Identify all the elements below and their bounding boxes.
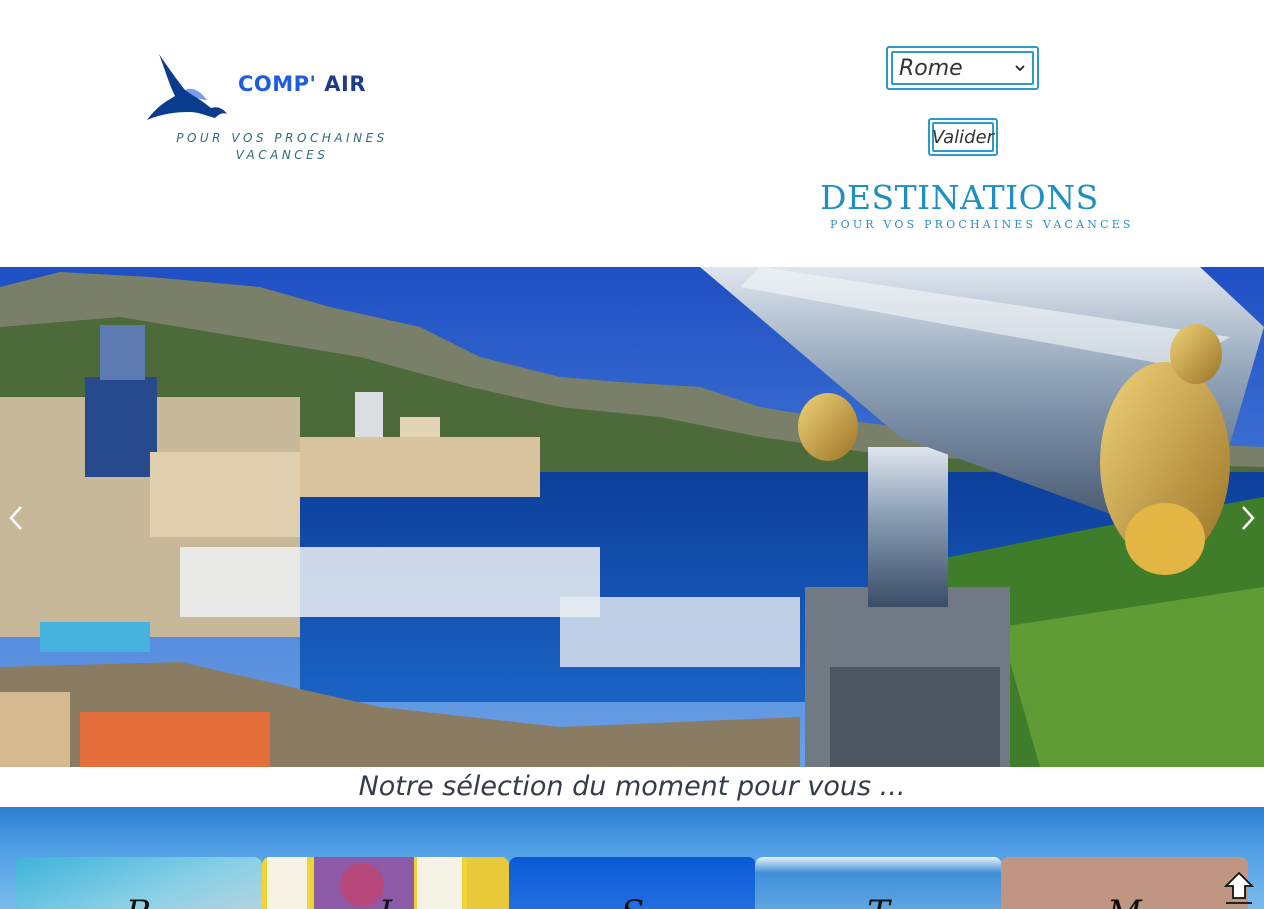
brand-part2: AIR	[316, 72, 367, 96]
chevron-down-icon	[1015, 65, 1025, 72]
carousel-next[interactable]	[1234, 504, 1262, 532]
chevron-right-icon	[1242, 506, 1255, 530]
bird-icon	[147, 54, 227, 120]
submit-button[interactable]: Valider	[932, 122, 994, 152]
brand-name: COMP' AIR	[238, 72, 366, 96]
destination-card[interactable]: M	[1001, 857, 1248, 909]
destinations-title: DESTINATIONS	[820, 178, 1099, 217]
arrow-up-icon[interactable]	[1222, 870, 1256, 906]
brand-part1: COMP'	[238, 72, 317, 96]
tagline: POUR VOS PROCHAINES VACANCES	[176, 131, 388, 162]
destination-select[interactable]: Rome	[886, 46, 1039, 90]
destination-card[interactable]: T	[755, 857, 1002, 909]
destination-card-label: T	[755, 893, 1002, 909]
selection-section: R I S T M	[0, 807, 1264, 909]
carousel-prev[interactable]	[2, 504, 30, 532]
destination-card-label: I	[262, 893, 509, 909]
site-header: COMP' AIR POUR VOS PROCHAINES VACANCES R…	[0, 0, 1264, 267]
destinations-subtitle: POUR VOS PROCHAINES VACANCES	[830, 218, 1134, 231]
destination-card[interactable]: I	[262, 857, 509, 909]
hero-carousel	[0, 267, 1264, 767]
destination-card[interactable]: S	[509, 857, 756, 909]
logo[interactable]: COMP' AIR POUR VOS PROCHAINES VACANCES	[145, 50, 405, 170]
destination-card-label: M	[1001, 893, 1248, 909]
destination-select-inner[interactable]: Rome	[891, 51, 1034, 85]
destination-card-label: S	[509, 893, 756, 909]
selection-heading: Notre sélection du moment pour vous ...	[0, 767, 1264, 807]
submit-button-frame[interactable]: Valider	[928, 118, 998, 156]
destination-card-label: R	[15, 893, 262, 909]
chevron-left-icon	[9, 506, 22, 530]
destination-select-value: Rome	[899, 55, 963, 81]
monaco-harbour-image	[0, 267, 1264, 767]
destination-card[interactable]: R	[15, 857, 262, 909]
